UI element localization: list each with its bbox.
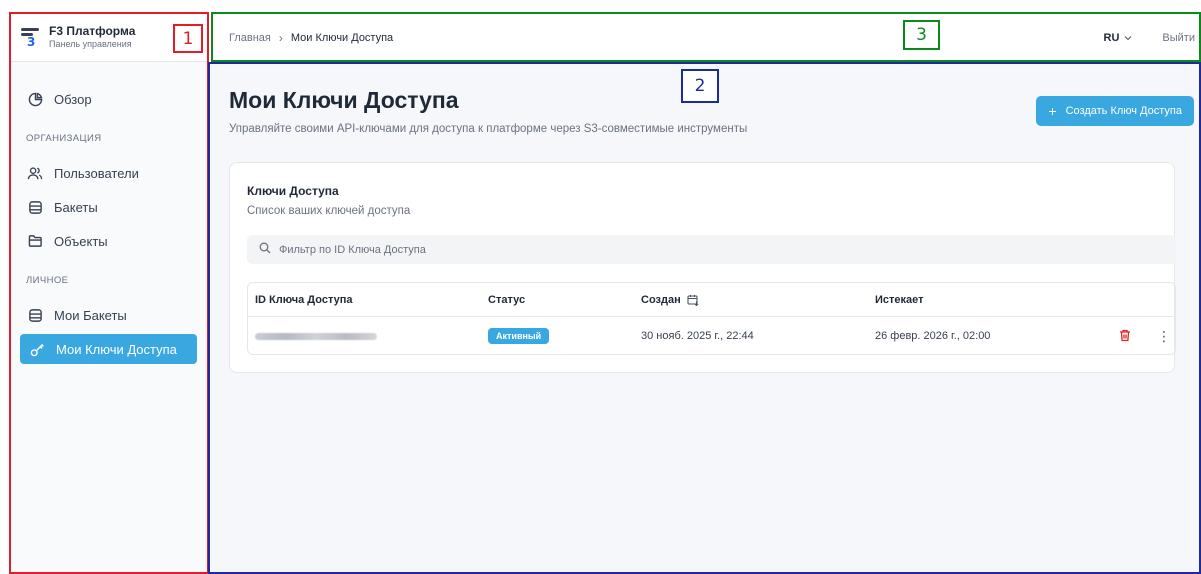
database-icon [26,198,44,216]
filter-box [247,235,1176,264]
users-icon [26,164,44,182]
card-subtitle: Список ваших ключей доступа [247,205,411,217]
pie-chart-icon [26,90,44,108]
top-header: Главная › Мои Ключи Доступа RU Выйти [211,13,1201,63]
sidebar-item-users[interactable]: Пользователи [10,158,207,188]
nav-section-personal: ЛИЧНОЕ [26,275,69,286]
access-keys-table: ID Ключа Доступа Статус Создан Истекает … [247,282,1176,355]
column-header-created[interactable]: Создан [641,294,699,306]
annotation-label-3: 3 [903,20,940,50]
page-subtitle: Управляйте своими API-ключами для доступ… [229,123,748,135]
annotation-label-1: 1 [173,24,203,53]
sidebar-item-label: Бакеты [54,199,98,215]
delete-icon[interactable] [1119,329,1133,343]
logout-button[interactable]: Выйти [1162,32,1195,44]
sidebar-item-objects[interactable]: Объекты [10,226,207,256]
folder-icon [26,232,44,250]
sidebar-item-label: Объекты [54,233,108,249]
status-badge: Активный [488,328,550,344]
filter-input[interactable] [279,243,879,256]
sidebar-item-buckets[interactable]: Бакеты [10,192,207,222]
sidebar-item-label: Обзор [54,91,92,107]
page-title: Мои Ключи Доступа [229,87,459,113]
breadcrumb-home[interactable]: Главная [229,32,271,44]
sidebar: 3 F3 Платформа Панель управления Обзор О… [10,13,208,574]
sidebar-item-my-keys[interactable]: Мои Ключи Доступа [20,334,197,364]
language-select[interactable]: RU [1104,32,1133,44]
column-header-status[interactable]: Статус [488,294,525,306]
chevron-down-icon [1124,33,1132,43]
table-header: ID Ключа Доступа Статус Создан Истекает [248,283,1175,317]
key-icon [28,340,46,358]
sidebar-item-overview[interactable]: Обзор [10,84,207,114]
breadcrumb: Главная › Мои Ключи Доступа [211,31,393,45]
plus-icon: + [1048,103,1057,119]
nav-section-organization: ОРГАНИЗАЦИЯ [26,133,102,144]
card-title: Ключи Доступа [247,184,339,198]
main-content: Мои Ключи Доступа Управляйте своими API-… [211,63,1201,574]
created-cell: 30 нояб. 2025 г., 22:44 [641,330,754,342]
breadcrumb-separator: › [278,30,283,45]
annotation-label-2: 2 [681,69,719,103]
column-header-expires[interactable]: Истекает [875,294,924,306]
search-icon [259,241,271,259]
sidebar-item-label: Пользователи [54,165,139,181]
breadcrumb-current: Мои Ключи Доступа [290,31,394,44]
status-cell: Активный [488,328,550,344]
calendar-sort-icon[interactable] [687,294,699,306]
sidebar-item-my-buckets[interactable]: Мои Бакеты [10,300,207,330]
sidebar-nav: Обзор ОРГАНИЗАЦИЯ Пользователи Бакеты Об… [10,62,207,364]
logo-icon: 3 [20,26,40,49]
brand-subtitle: Панель управления [49,39,132,49]
more-options-icon[interactable]: ⋮ [1157,329,1171,343]
brand-title: F3 Платформа [49,24,136,38]
column-header-id[interactable]: ID Ключа Доступа [255,294,353,306]
table-row[interactable]: Активный 30 нояб. 2025 г., 22:44 26 февр… [248,317,1175,355]
sidebar-item-label: Мои Бакеты [54,307,127,323]
database-icon [26,306,44,324]
expires-cell: 26 февр. 2026 г., 02:00 [875,330,991,342]
access-key-id-redacted [255,332,377,340]
create-access-key-button[interactable]: + Создать Ключ Доступа [1036,96,1194,126]
sidebar-item-label: Мои Ключи Доступа [56,341,177,357]
access-keys-card: Ключи Доступа Список ваших ключей доступ… [229,162,1176,373]
